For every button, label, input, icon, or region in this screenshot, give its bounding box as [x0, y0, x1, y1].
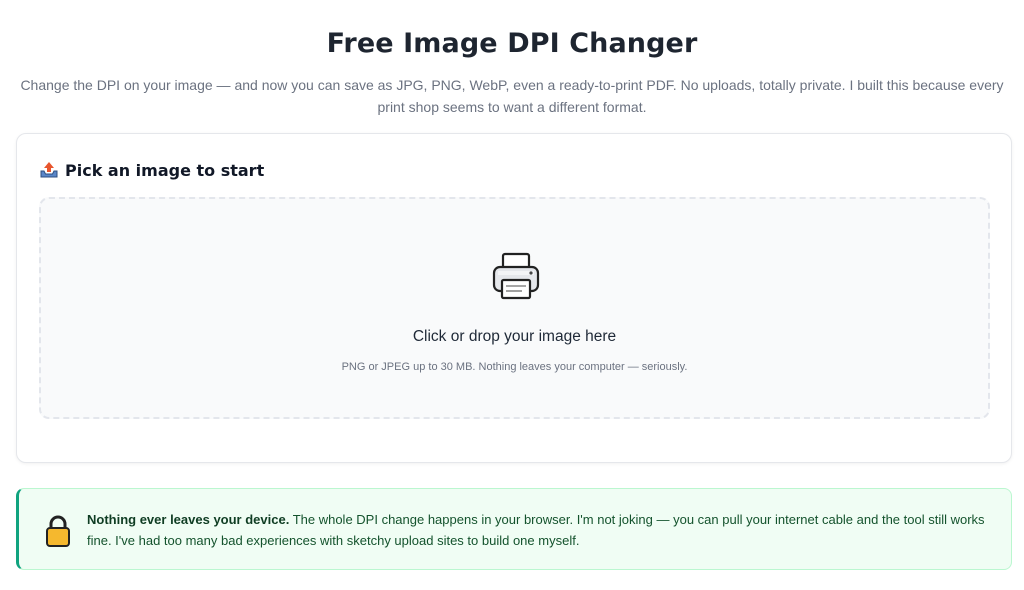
page-title: Free Image DPI Changer	[326, 28, 698, 59]
image-picker-card: Pick an image to start Click or drop you…	[16, 133, 1012, 463]
picker-heading-label: Pick an image to start	[65, 160, 265, 180]
upload-tray-icon	[39, 160, 59, 180]
page-subtitle: Change the DPI on your image — and now y…	[20, 77, 1004, 115]
lock-icon	[46, 515, 70, 547]
privacy-notice-strong: Nothing ever leaves your device.	[87, 512, 290, 527]
picker-heading: Pick an image to start	[39, 160, 264, 180]
privacy-notice-text: Nothing ever leaves your device. The who…	[87, 509, 997, 551]
dropzone-hint: PNG or JPEG up to 30 MB. Nothing leaves …	[341, 361, 688, 373]
privacy-notice: Nothing ever leaves your device. The who…	[16, 488, 1012, 570]
printer-icon	[492, 252, 540, 300]
dropzone-title: Click or drop your image here	[412, 328, 617, 345]
image-dropzone[interactable]: Click or drop your image here PNG or JPE…	[39, 197, 990, 419]
